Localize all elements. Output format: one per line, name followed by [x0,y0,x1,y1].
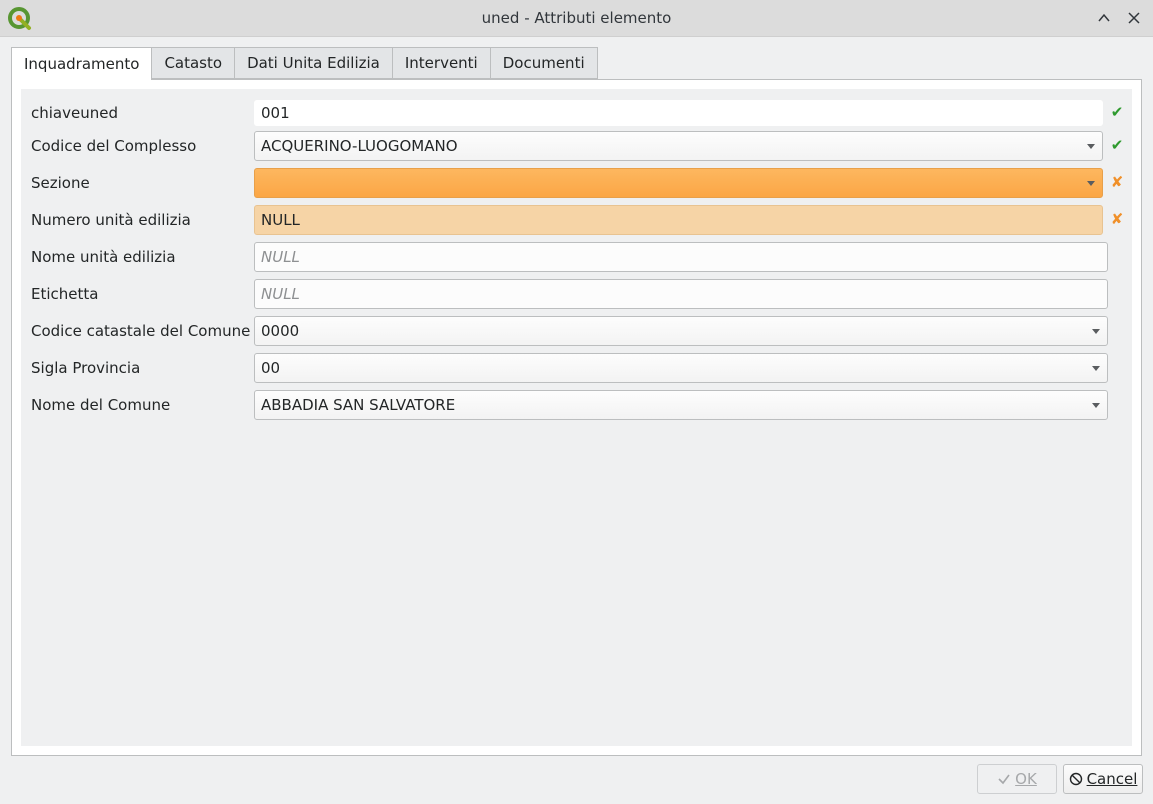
row-etichetta: Etichetta NULL [21,279,1132,309]
numero-unita-value: NULL [261,211,300,229]
valid-check-icon: ✔ [1110,136,1124,154]
row-chiaveuned: chiaveuned 001 ✔ [21,98,1132,128]
chiaveuned-field[interactable]: 001 [254,100,1103,126]
chiaveuned-value: 001 [261,104,290,122]
window-title: uned - Attributi elemento [481,9,672,27]
codice-complesso-value: ACQUERINO-LUOGOMANO [261,137,458,155]
chiaveuned-label: chiaveuned [31,104,118,122]
row-sigla-provincia: Sigla Provincia 00 [21,353,1132,383]
close-icon [1128,12,1140,24]
ok-button[interactable]: OK [977,764,1057,794]
sezione-label: Sezione [31,174,90,192]
codice-catastale-label: Codice catastale del Comune [31,322,251,340]
cancel-icon [1069,772,1082,786]
invalid-cross-icon: ✘ [1110,173,1124,191]
codice-complesso-label: Codice del Complesso [31,137,197,155]
tab-panel: chiaveuned 001 ✔ Codice del Complesso AC… [11,79,1142,756]
etichetta-input[interactable]: NULL [254,279,1108,309]
etichetta-label: Etichetta [31,285,99,303]
codice-complesso-combo[interactable]: ACQUERINO-LUOGOMANO [254,131,1103,161]
codice-catastale-combo[interactable]: 0000 [254,316,1108,346]
row-nome-unita: Nome unità edilizia NULL [21,242,1132,272]
nome-unita-input[interactable]: NULL [254,242,1108,272]
close-button[interactable] [1124,8,1144,28]
title-bar: uned - Attributi elemento [0,0,1153,37]
nome-unita-placeholder: NULL [261,248,300,266]
sigla-provincia-combo[interactable]: 00 [254,353,1108,383]
chevron-up-icon [1098,13,1110,22]
sigla-provincia-value: 00 [261,359,281,377]
nome-comune-value: ABBADIA SAN SALVATORE [261,396,456,414]
cancel-button-label: Cancel [1086,770,1138,788]
chevron-down-icon [1092,329,1100,334]
tab-dati-unita-edilizia[interactable]: Dati Unita Edilizia [235,47,393,79]
codice-catastale-value: 0000 [261,322,300,340]
nome-comune-combo[interactable]: ABBADIA SAN SALVATORE [254,390,1108,420]
etichetta-placeholder: NULL [261,285,300,303]
valid-check-icon: ✔ [1110,103,1124,121]
tab-inquadramento[interactable]: Inquadramento [11,47,153,80]
tab-documenti[interactable]: Documenti [490,47,598,79]
row-codice-catastale: Codice catastale del Comune 0000 [21,316,1132,346]
attribute-form: chiaveuned 001 ✔ Codice del Complesso AC… [21,89,1132,746]
chevron-down-icon [1087,181,1095,186]
sigla-provincia-label: Sigla Provincia [31,359,141,377]
tab-catasto[interactable]: Catasto [152,47,236,79]
row-sezione: Sezione ✘ [21,168,1132,198]
chevron-down-icon [1087,144,1095,149]
row-codice-complesso: Codice del Complesso ACQUERINO-LUOGOMANO… [21,131,1132,161]
row-numero-unita: Numero unità edilizia NULL ✘ [21,205,1132,235]
tab-bar: Inquadramento Catasto Dati Unita Edilizi… [11,47,598,80]
numero-unita-field[interactable]: NULL [254,205,1103,235]
numero-unita-label: Numero unità edilizia [31,211,191,229]
nome-comune-label: Nome del Comune [31,396,171,414]
row-nome-comune: Nome del Comune ABBADIA SAN SALVATORE [21,390,1132,420]
nome-unita-label: Nome unità edilizia [31,248,176,266]
sezione-combo[interactable] [254,168,1103,198]
ok-button-label: OK [1015,770,1037,788]
check-icon [998,774,1010,785]
maximize-button[interactable] [1094,8,1114,28]
tab-interventi[interactable]: Interventi [392,47,491,79]
cancel-button[interactable]: Cancel [1063,764,1143,794]
chevron-down-icon [1092,366,1100,371]
chevron-down-icon [1092,403,1100,408]
invalid-cross-icon: ✘ [1110,210,1124,228]
